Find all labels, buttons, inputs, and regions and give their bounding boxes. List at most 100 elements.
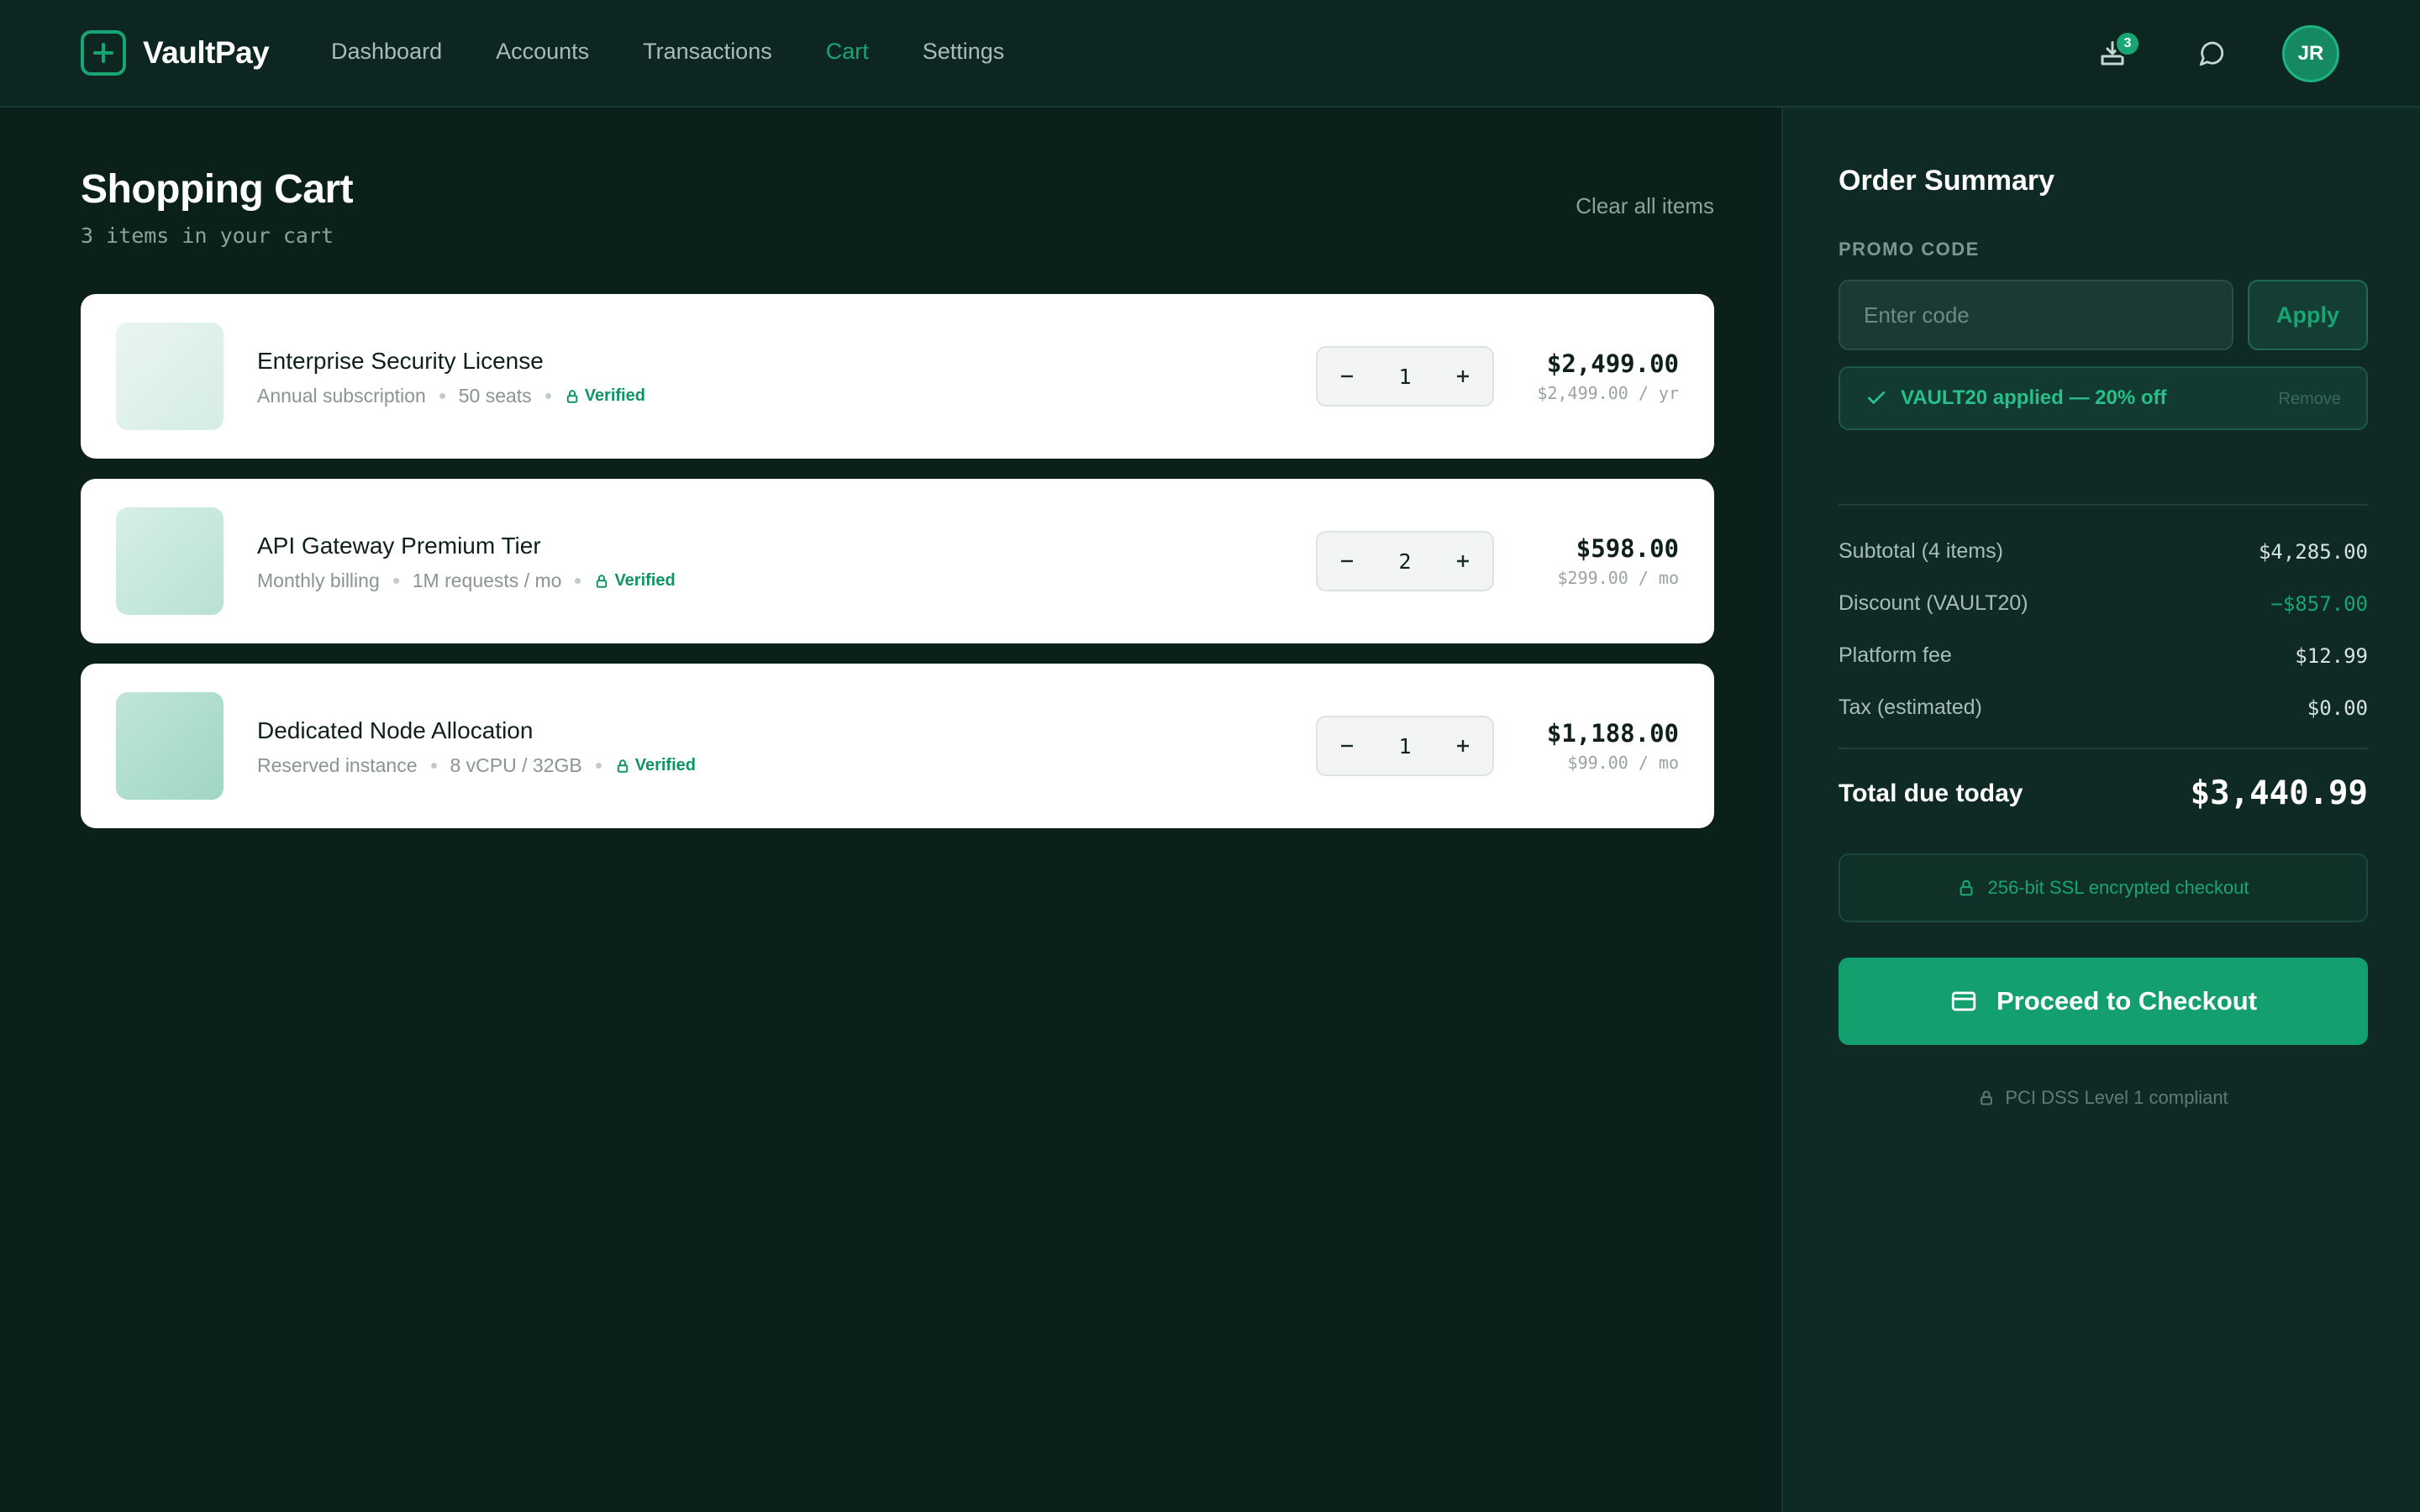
separator-dot: [544, 393, 551, 399]
cart-items-list: Enterprise Security License Annual subsc…: [81, 294, 1714, 848]
apply-promo-button[interactable]: Apply: [2248, 280, 2368, 350]
separator-dot: [595, 763, 602, 769]
summary-row-platform-fee: Platform fee $12.99: [1839, 643, 2368, 668]
product-thumbnail: [116, 507, 224, 615]
remove-promo-button[interactable]: Remove: [2279, 390, 2341, 409]
divider: [1839, 748, 2368, 749]
nav-item-dashboard[interactable]: Dashboard: [331, 39, 442, 65]
line-total: $598.00: [1576, 534, 1679, 563]
decrease-quantity-button[interactable]: [1318, 348, 1376, 405]
summary-row-subtotal: Subtotal (4 items) $4,285.00: [1839, 539, 2368, 564]
tax-value: $0.00: [2307, 696, 2368, 720]
product-billing: Monthly billing: [257, 570, 380, 591]
brand-logo[interactable]: VaultPay: [81, 30, 270, 76]
product-meta: Reserved instance 8 vCPU / 32GB Verified: [257, 754, 696, 777]
platform-fee-value: $12.99: [2295, 643, 2368, 668]
unit-price: $2,499.00 / yr: [1537, 383, 1679, 403]
tax-label: Tax (estimated): [1839, 696, 1982, 719]
decrease-quantity-button[interactable]: [1318, 717, 1376, 774]
minus-icon: [1341, 375, 1353, 378]
unit-price: $299.00 / mo: [1557, 568, 1680, 588]
subtotal-label: Subtotal (4 items): [1839, 539, 2003, 563]
discount-value: −$857.00: [2270, 591, 2368, 616]
increase-quantity-button[interactable]: [1434, 717, 1492, 774]
main-nav: Dashboard Accounts Transactions Cart Set…: [331, 39, 1058, 65]
promo-applied-text: VAULT20 applied — 20% off: [1901, 386, 2167, 409]
platform-fee-label: Platform fee: [1839, 643, 1952, 667]
cart-button[interactable]: 3: [2084, 25, 2141, 82]
product-thumbnail: [116, 692, 224, 800]
messages-button[interactable]: [2183, 25, 2240, 82]
quantity-value[interactable]: 1: [1398, 365, 1411, 389]
top-nav-bar: VaultPay Dashboard Accounts Transactions…: [0, 0, 2420, 108]
product-detail: 1M requests / mo: [412, 570, 562, 591]
total-value: $3,440.99: [2190, 774, 2368, 812]
proceed-to-checkout-button[interactable]: Proceed to Checkout: [1839, 958, 2368, 1045]
unit-price: $99.00 / mo: [1567, 753, 1679, 773]
product-billing: Annual subscription: [257, 385, 426, 407]
separator-dot: [575, 578, 581, 584]
page-title: Shopping Cart: [81, 167, 354, 212]
order-summary-panel: Order Summary PROMO CODE Apply VAULT20 a…: [1781, 108, 2420, 1512]
quantity-value[interactable]: 1: [1398, 734, 1411, 759]
minus-icon: [1341, 559, 1353, 563]
decrease-quantity-button[interactable]: [1318, 533, 1376, 590]
subtotal-value: $4,285.00: [2258, 539, 2368, 564]
cart-item: API Gateway Premium Tier Monthly billing…: [81, 479, 1714, 643]
lock-icon: [1960, 879, 1973, 896]
plus-icon: [1457, 370, 1469, 382]
discount-label: Discount (VAULT20): [1839, 591, 2028, 615]
verified-label: Verified: [634, 756, 696, 774]
verified-label: Verified: [614, 571, 676, 590]
promo-code-input[interactable]: [1839, 280, 2233, 350]
quantity-value[interactable]: 2: [1398, 549, 1411, 574]
cart-count-badge: 3: [2114, 30, 2141, 57]
verified-badge: Verified: [594, 571, 676, 591]
separator-dot: [430, 763, 437, 769]
summary-row-discount: Discount (VAULT20) −$857.00: [1839, 591, 2368, 616]
nav-item-settings[interactable]: Settings: [923, 39, 1005, 65]
nav-item-cart[interactable]: Cart: [826, 39, 869, 65]
quantity-stepper: 1: [1316, 716, 1494, 776]
brand-name: VaultPay: [143, 35, 270, 70]
verified-label: Verified: [584, 386, 645, 405]
product-detail: 50 seats: [458, 385, 532, 407]
quantity-stepper: 1: [1316, 346, 1494, 407]
lock-icon: [597, 574, 608, 588]
product-thumbnail: [116, 323, 224, 430]
summary-total-row: Total due today $3,440.99: [1839, 774, 2368, 812]
line-total: $1,188.00: [1546, 719, 1679, 748]
header-actions: 3 JR: [2042, 25, 2339, 82]
cart-item: Dedicated Node Allocation Reserved insta…: [81, 664, 1714, 828]
summary-row-tax: Tax (estimated) $0.00: [1839, 696, 2368, 720]
ssl-text: 256-bit SSL encrypted checkout: [1987, 877, 2249, 898]
ssl-notice: 256-bit SSL encrypted checkout: [1839, 853, 2368, 922]
compliance-text: PCI DSS Level 1 compliant: [2005, 1087, 2228, 1108]
cart-item-count: 3 items in your cart: [81, 223, 334, 248]
product-detail: 8 vCPU / 32GB: [450, 754, 582, 776]
product-name: Enterprise Security License: [257, 348, 544, 374]
plus-logo-icon: [81, 30, 126, 76]
quantity-stepper: 2: [1316, 531, 1494, 591]
verified-badge: Verified: [615, 756, 696, 775]
separator-dot: [439, 393, 445, 399]
nav-item-transactions[interactable]: Transactions: [643, 39, 772, 65]
product-meta: Monthly billing 1M requests / mo Verifie…: [257, 570, 676, 592]
user-avatar[interactable]: JR: [2282, 25, 2339, 82]
lock-icon: [617, 759, 628, 773]
increase-quantity-button[interactable]: [1434, 533, 1492, 590]
minus-icon: [1341, 744, 1353, 748]
chat-bubble-icon: [2199, 41, 2224, 66]
promo-applied-banner: VAULT20 applied — 20% off Remove: [1839, 366, 2368, 430]
total-label: Total due today: [1839, 779, 2023, 807]
increase-quantity-button[interactable]: [1434, 348, 1492, 405]
lock-icon: [566, 389, 577, 403]
divider: [1839, 504, 2368, 506]
separator-dot: [392, 578, 399, 584]
nav-item-accounts[interactable]: Accounts: [496, 39, 589, 65]
checkout-label: Proceed to Checkout: [1996, 986, 2258, 1016]
clear-all-button[interactable]: Clear all items: [1576, 193, 1714, 219]
card-icon: [1951, 991, 1976, 1011]
product-billing: Reserved instance: [257, 754, 418, 776]
line-total: $2,499.00: [1546, 349, 1679, 378]
